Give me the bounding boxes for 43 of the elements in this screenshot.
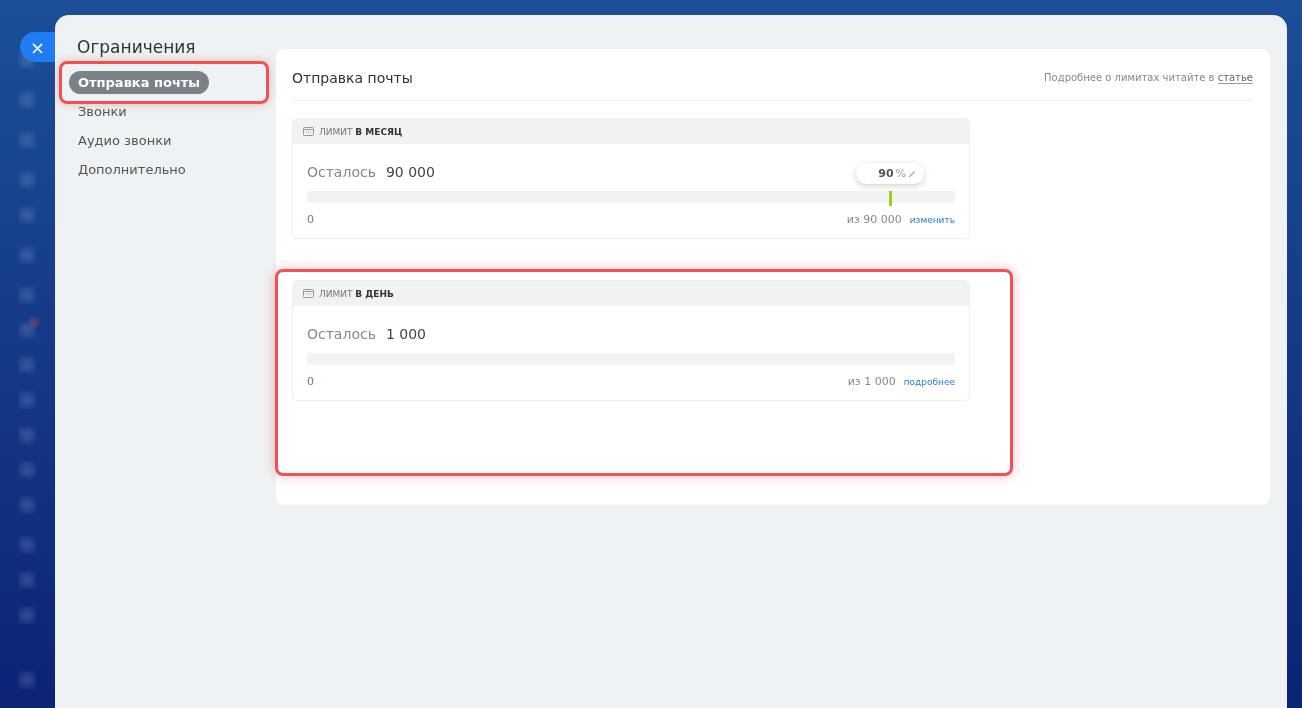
remaining-label: Осталось — [307, 164, 376, 180]
blurred-icon[interactable] — [20, 463, 34, 477]
blurred-icon[interactable] — [20, 173, 34, 187]
section-title: Отправка почты — [292, 68, 413, 86]
blurred-icon[interactable] — [20, 133, 34, 147]
blurred-icon[interactable] — [20, 573, 34, 587]
pencil-icon — [908, 169, 917, 178]
sidebar-item[interactable]: Отправка почты — [69, 71, 210, 94]
remaining-label: Осталось — [307, 326, 376, 342]
calendar-icon — [303, 127, 314, 136]
blurred-icon[interactable] — [20, 393, 34, 407]
blurred-icon[interactable] — [20, 428, 34, 442]
max-value: из 1 000 — [847, 375, 896, 388]
blurred-icon[interactable] — [20, 498, 34, 512]
panel-title: Ограничения — [77, 37, 197, 57]
hint-text: Подробнее о лимитах читайте в статье — [1044, 71, 1253, 83]
blurred-icon[interactable] — [20, 323, 34, 337]
sidebar-item[interactable]: Дополнительно — [69, 158, 195, 181]
blurred-icon[interactable] — [20, 208, 34, 222]
min-value: 0 — [307, 375, 314, 388]
blurred-icon[interactable] — [20, 248, 34, 262]
notification-dot-icon — [30, 318, 38, 326]
blurred-icon[interactable] — [20, 358, 34, 372]
blurred-icon[interactable] — [20, 93, 34, 107]
blurred-icon[interactable] — [20, 288, 34, 302]
remaining-value: 90 000 — [385, 164, 435, 180]
min-value: 0 — [307, 213, 314, 226]
calendar-icon — [303, 289, 314, 298]
threshold-tooltip[interactable]: 90 % — [856, 163, 925, 184]
sidebar-item[interactable]: Аудио звонки — [69, 129, 181, 152]
remaining-value: 1 000 — [385, 326, 426, 342]
limit-header: ЛИМИТ В ДЕНЬ — [319, 288, 394, 299]
limit-header: ЛИМИТ В МЕСЯЦ — [319, 126, 403, 137]
blurred-icon[interactable] — [20, 538, 34, 552]
blurred-icon[interactable] — [20, 608, 34, 622]
limit-link[interactable]: изменить — [909, 215, 955, 225]
max-value: из 90 000 — [846, 213, 902, 226]
article-link[interactable]: статье — [1217, 72, 1253, 84]
blurred-icon[interactable] — [20, 673, 34, 687]
threshold-marker[interactable] — [889, 191, 893, 206]
sidebar-item[interactable]: Звонки — [69, 100, 136, 123]
limit-link[interactable]: подробнее — [903, 377, 955, 387]
close-button[interactable]: × — [20, 32, 55, 62]
